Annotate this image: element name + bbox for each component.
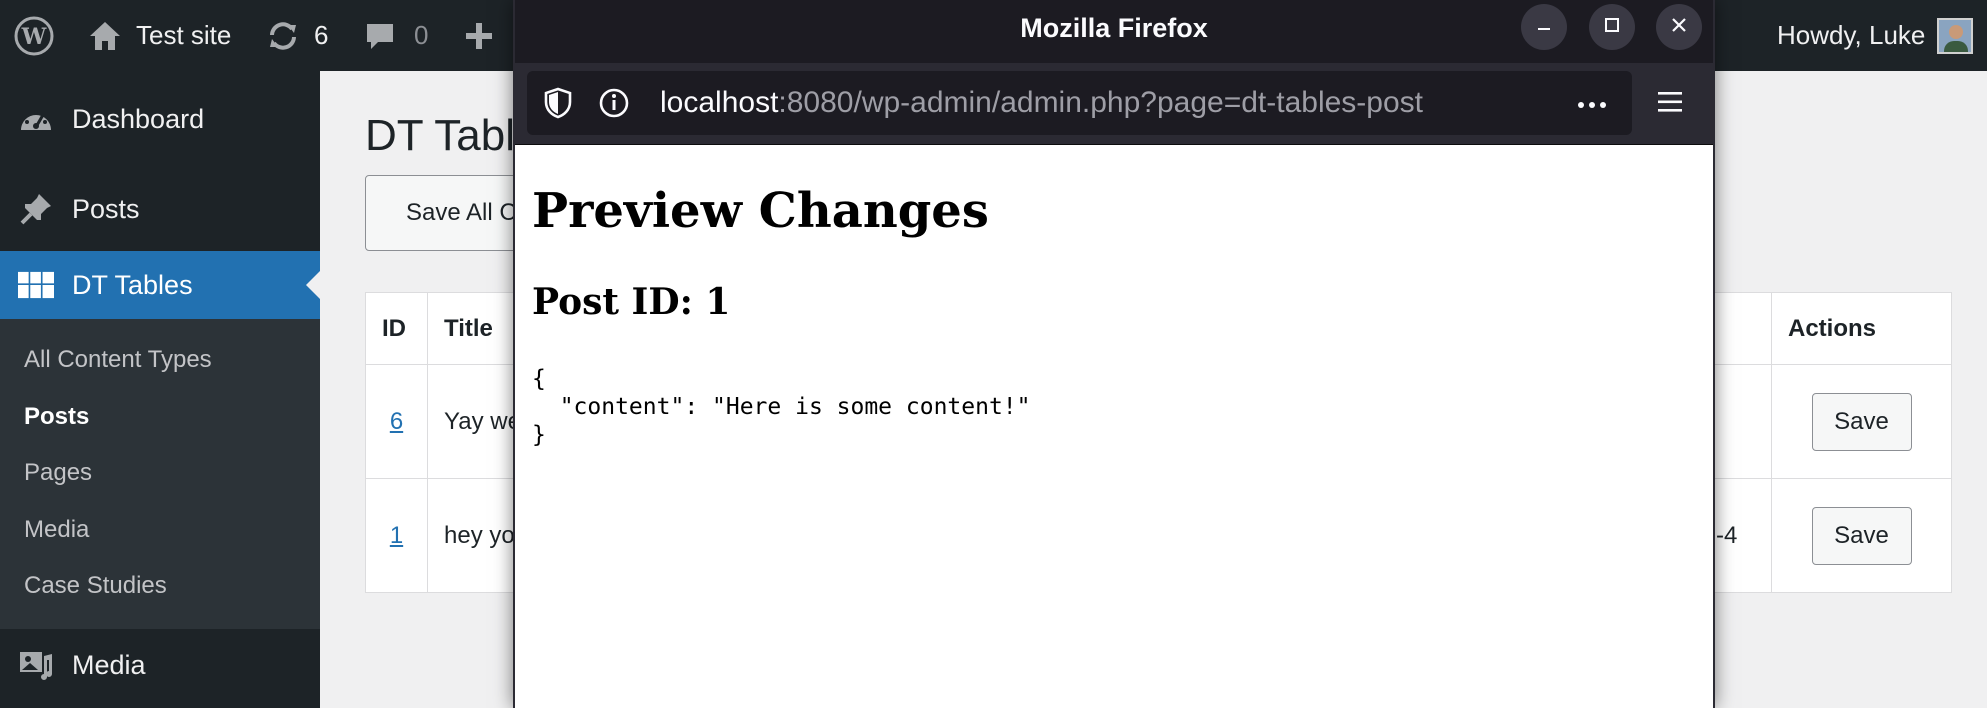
comment-icon xyxy=(364,20,396,52)
my-account-link[interactable]: Howdy, Luke xyxy=(1777,0,1974,71)
json-preview: { "content": "Here is some content!" } xyxy=(532,366,1031,448)
maximize-icon xyxy=(1603,16,1621,39)
url-path: :8080/wp-admin/admin.php?page=dt-tables-… xyxy=(778,86,1423,119)
maximize-button[interactable] xyxy=(1589,4,1635,50)
menu-dashboard[interactable]: Dashboard xyxy=(0,91,320,147)
svg-text:W: W xyxy=(21,24,47,50)
post-id-heading: Post ID: 1 xyxy=(532,281,731,323)
current-menu-indicator xyxy=(306,271,320,299)
menu-posts-label: Posts xyxy=(72,193,140,224)
close-button[interactable] xyxy=(1656,4,1702,50)
submenu-media[interactable]: Media xyxy=(24,516,89,544)
minimize-button[interactable] xyxy=(1521,4,1567,50)
comments-count: 0 xyxy=(414,20,429,50)
page-title: DT Tabl xyxy=(365,111,516,160)
row-id-link[interactable]: 1 xyxy=(390,522,403,549)
column-header-id[interactable]: ID xyxy=(365,292,428,365)
home-icon xyxy=(88,20,122,52)
preview-heading: Preview Changes xyxy=(532,183,989,239)
dt-tables-submenu: All Content Types Posts Pages Media Case… xyxy=(0,319,320,629)
updates-link[interactable]: 6 xyxy=(266,0,328,71)
hamburger-menu-icon[interactable] xyxy=(1656,90,1684,119)
wordpress-logo-icon[interactable]: W xyxy=(14,0,54,71)
page-actions-icon[interactable] xyxy=(1577,97,1607,115)
shield-icon[interactable] xyxy=(543,87,573,124)
new-content-link[interactable] xyxy=(464,0,494,71)
comments-link[interactable]: 0 xyxy=(364,0,428,71)
menu-media-label: Media xyxy=(72,649,146,680)
dashboard-icon xyxy=(18,101,54,137)
menu-media[interactable]: Media xyxy=(0,637,320,693)
submenu-case-studies[interactable]: Case Studies xyxy=(24,572,167,600)
url-text[interactable]: localhost:8080/wp-admin/admin.php?page=d… xyxy=(660,71,1423,135)
close-icon xyxy=(1670,16,1688,39)
admin-sidebar: Dashboard Posts DT Tables All Content Ty… xyxy=(0,71,320,708)
pushpin-icon xyxy=(18,191,54,227)
greeting: Howdy, Luke xyxy=(1777,20,1926,50)
menu-dashboard-label: Dashboard xyxy=(72,103,205,134)
row-id-link[interactable]: 6 xyxy=(390,408,403,435)
minimize-icon xyxy=(1535,16,1553,39)
info-icon[interactable] xyxy=(598,87,630,124)
url-bar[interactable]: localhost:8080/wp-admin/admin.php?page=d… xyxy=(527,71,1632,135)
column-header-actions: Actions xyxy=(1771,292,1952,365)
table-grid-icon xyxy=(18,267,54,303)
site-name: Test site xyxy=(136,20,232,50)
updates-count: 6 xyxy=(314,20,329,50)
menu-dt-tables-label: DT Tables xyxy=(72,269,193,300)
site-name-link[interactable]: Test site xyxy=(88,0,231,71)
updates-icon xyxy=(266,19,300,53)
avatar xyxy=(1937,17,1974,54)
menu-dt-tables[interactable]: DT Tables xyxy=(0,251,320,319)
submenu-posts[interactable]: Posts xyxy=(24,403,89,431)
popup-page-body: Preview Changes Post ID: 1 { "content": … xyxy=(515,145,1713,708)
row-save-button[interactable]: Save xyxy=(1811,506,1912,565)
url-host: localhost xyxy=(660,86,779,119)
plus-icon xyxy=(464,21,494,51)
media-icon xyxy=(18,647,54,683)
submenu-all-content-types[interactable]: All Content Types xyxy=(24,346,212,374)
row-save-button[interactable]: Save xyxy=(1811,392,1912,451)
browser-toolbar: localhost:8080/wp-admin/admin.php?page=d… xyxy=(515,63,1713,145)
submenu-pages[interactable]: Pages xyxy=(24,459,92,487)
menu-posts[interactable]: Posts xyxy=(0,181,320,237)
firefox-popup-window: Mozilla Firefox localhost:8080/wp-admin/… xyxy=(513,0,1715,708)
window-titlebar[interactable]: Mozilla Firefox xyxy=(515,0,1713,63)
